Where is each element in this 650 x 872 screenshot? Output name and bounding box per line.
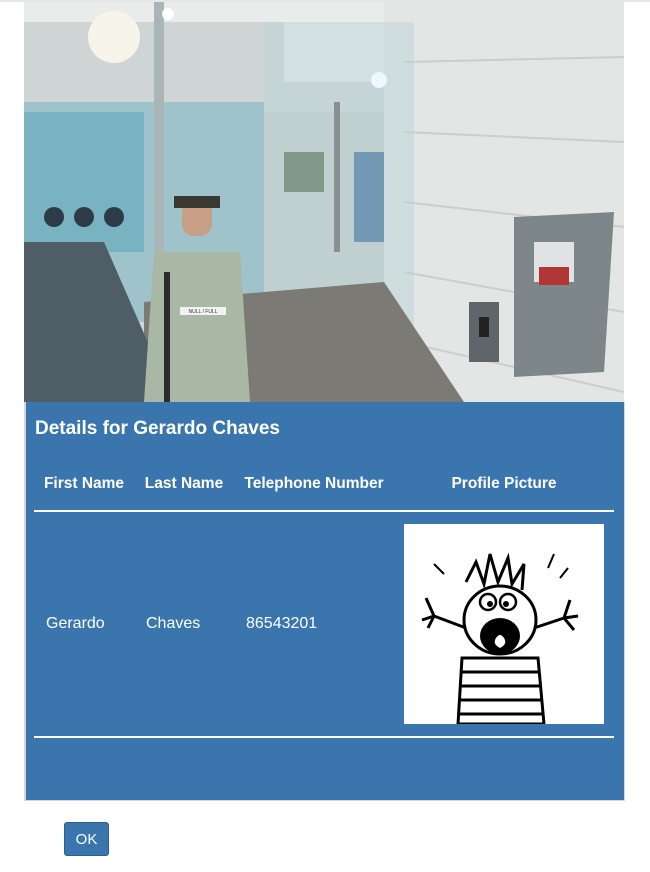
profile-picture-cell [394,511,614,738]
camera-scene-image: NULL / FULL [24,2,624,402]
column-header-telephone: Telephone Number [234,458,394,512]
last-name-cell: Chaves [134,511,234,738]
table-row: Gerardo Chaves 86543201 [34,511,614,738]
column-header-last-name: Last Name [134,458,234,512]
camera-snapshot: NULL / FULL [24,2,624,402]
telephone-cell: 86543201 [234,511,394,738]
table-header-row: First Name Last Name Telephone Number Pr… [34,458,614,512]
screaming-cartoon-icon [404,524,604,726]
ok-button[interactable]: OK [64,822,109,856]
visitor-badge-sign: NULL / FULL [189,309,218,315]
column-header-profile-picture: Profile Picture [394,458,614,512]
column-header-first-name: First Name [34,458,134,512]
details-title: Details for Gerardo Chaves [35,418,280,439]
first-name-cell: Gerardo [34,511,134,738]
details-panel: Details for Gerardo Chaves First Name La… [24,402,625,801]
details-table: First Name Last Name Telephone Number Pr… [34,458,614,738]
